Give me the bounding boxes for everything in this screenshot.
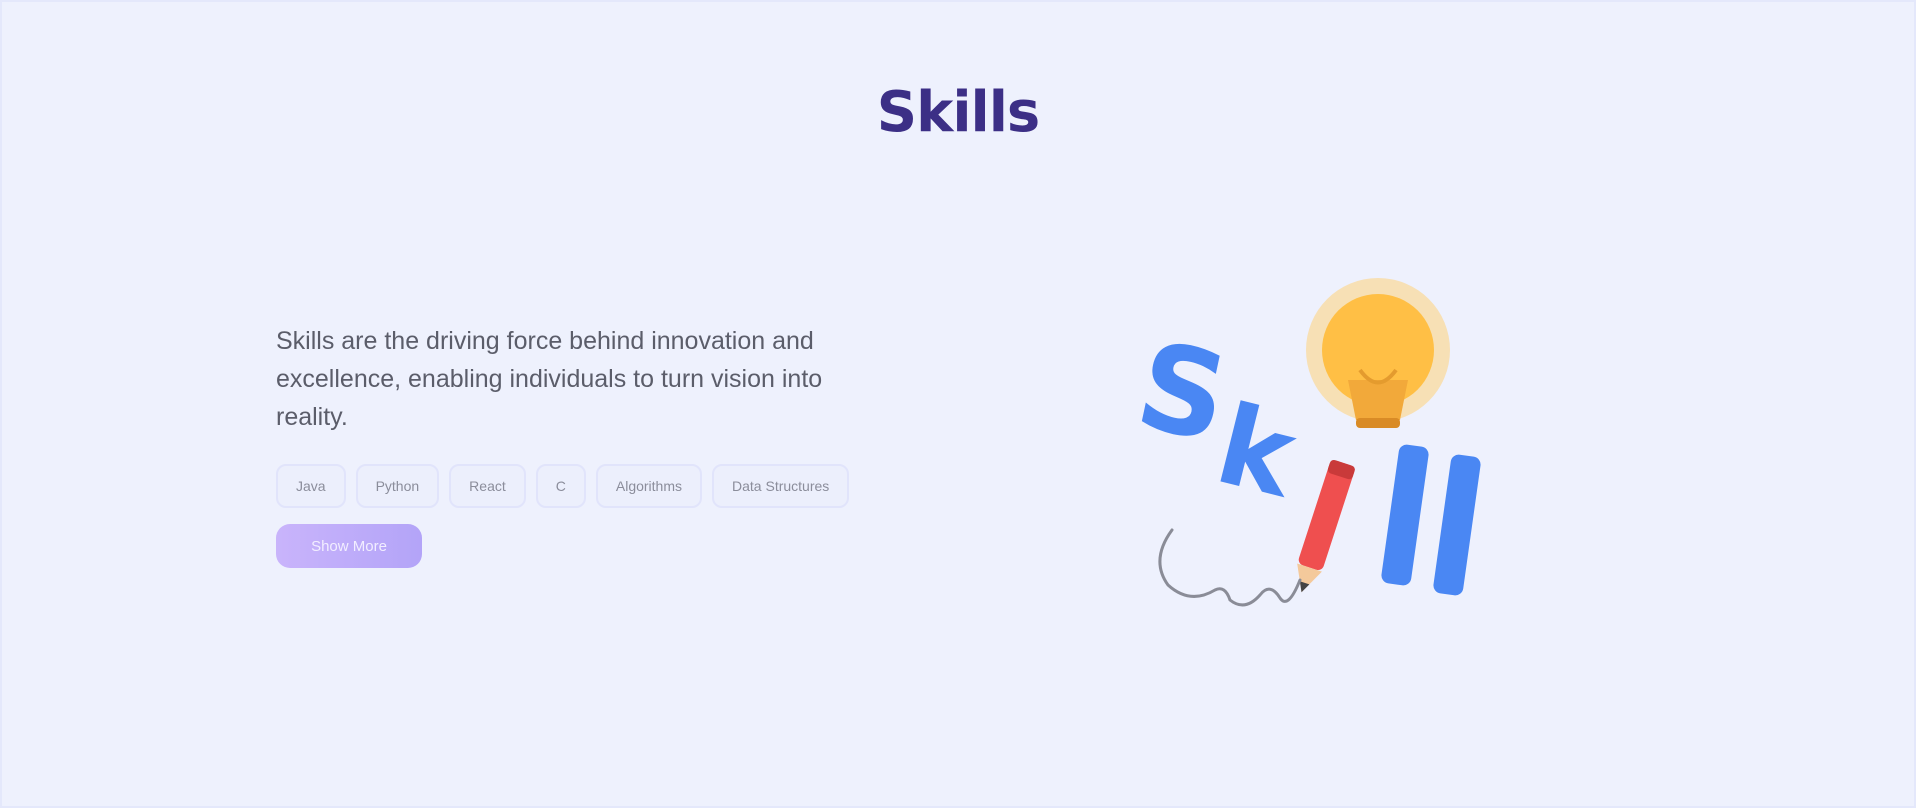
skill-illustration: S k bbox=[1120, 260, 1500, 630]
skill-chip-list: Java Python React C Algorithms Data Stru… bbox=[276, 464, 916, 508]
skill-chip: React bbox=[449, 464, 526, 508]
skill-chip: C bbox=[535, 464, 586, 508]
skill-chip: Java bbox=[276, 464, 346, 508]
show-more-button[interactable]: Show More bbox=[276, 524, 422, 568]
skills-intro: Skills are the driving force behind inno… bbox=[276, 322, 916, 568]
skills-description: Skills are the driving force behind inno… bbox=[276, 327, 823, 431]
skill-graphic-icon: S k bbox=[1126, 278, 1481, 607]
skill-chip: Data Structures bbox=[712, 464, 850, 508]
skill-chip: Algorithms bbox=[595, 464, 703, 508]
skill-chip: Python bbox=[355, 464, 440, 508]
section-title: Skills bbox=[876, 79, 1041, 145]
